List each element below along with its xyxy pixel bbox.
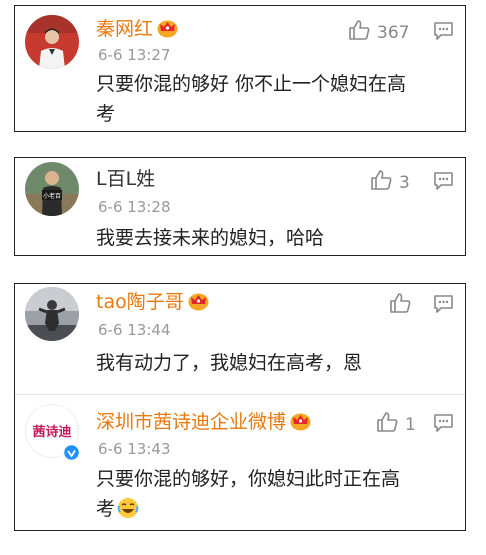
like-count: 1 (405, 414, 416, 435)
timestamp: 6-6 13:43 (98, 440, 171, 458)
comment-text-line: 我要去接未来的媳妇，哈哈 (96, 227, 325, 249)
comment-text-line: 考 (96, 103, 116, 125)
verified-badge-icon (62, 443, 81, 465)
timestamp: 6-6 13:44 (98, 321, 171, 339)
comment-card: tao陶子哥 6-6 13:44 我有动力了，我媳妇在高考，恩 茜诗迪 深圳市茜… (14, 283, 466, 531)
crown-vip-icon (188, 291, 209, 316)
like-button[interactable] (389, 292, 411, 319)
username[interactable]: tao陶子哥 (96, 291, 209, 316)
reply-comment-icon[interactable] (433, 21, 454, 45)
like-button[interactable]: 1 (376, 411, 416, 438)
comment-text-line: 只要你混的够好，你媳妇此时正在高 (96, 468, 401, 490)
username[interactable]: 深圳市茜诗迪企业微博 (96, 411, 311, 436)
timestamp: 6-6 13:28 (98, 198, 171, 216)
crown-vip-icon (157, 18, 178, 43)
username-text[interactable]: 秦网红 (96, 18, 153, 40)
comment-text: 我要去接未来的媳妇，哈哈 (96, 223, 324, 253)
avatar[interactable]: 小老百 (25, 162, 79, 216)
like-count: 3 (399, 172, 410, 193)
comment-text: 我有动力了，我媳妇在高考，恩 (96, 348, 362, 378)
avatar-brand-text: 茜诗迪 (32, 425, 72, 440)
comment-card: 秦网红 6-6 13:27 367 只要你混的够好 你不止一个媳妇在高 考 (14, 5, 466, 132)
comment-text: 只要你混的够好，你媳妇此时正在高 考 (96, 464, 400, 528)
divider (15, 394, 465, 395)
thumbs-up-icon (348, 19, 370, 46)
comment-text-fragment: 考 (96, 498, 116, 520)
reply-comment-icon[interactable] (433, 294, 454, 318)
comment-text-line: 只要你混的够好 你不止一个媳妇在高 (96, 73, 407, 95)
comment-text: 只要你混的够好 你不止一个媳妇在高 考 (96, 69, 406, 129)
reply-comment-icon[interactable] (433, 413, 454, 437)
like-button[interactable]: 367 (348, 19, 409, 46)
thumbs-up-icon (389, 292, 411, 319)
like-button[interactable]: 3 (370, 169, 410, 196)
crown-vip-icon (290, 411, 311, 436)
avatar[interactable] (25, 287, 79, 341)
laughing-emoji-icon (117, 497, 139, 528)
username-text[interactable]: 深圳市茜诗迪企业微博 (96, 411, 286, 433)
username[interactable]: L百L姓 (96, 168, 155, 190)
username-text[interactable]: tao陶子哥 (96, 291, 184, 313)
username[interactable]: 秦网红 (96, 18, 178, 43)
comment-card: 小老百 L百L姓 6-6 13:28 3 我要去接未来的媳妇，哈哈 (14, 157, 466, 256)
like-count: 367 (377, 22, 410, 43)
svg-text:小老百: 小老百 (43, 192, 61, 200)
comment-text-line: 我有动力了，我媳妇在高考，恩 (96, 352, 363, 374)
timestamp: 6-6 13:27 (98, 46, 171, 64)
thumbs-up-icon (370, 169, 392, 196)
comment-text-line: 考 (96, 494, 400, 528)
reply-comment-icon[interactable] (433, 171, 454, 195)
avatar[interactable] (25, 15, 79, 69)
thumbs-up-icon (376, 411, 398, 438)
